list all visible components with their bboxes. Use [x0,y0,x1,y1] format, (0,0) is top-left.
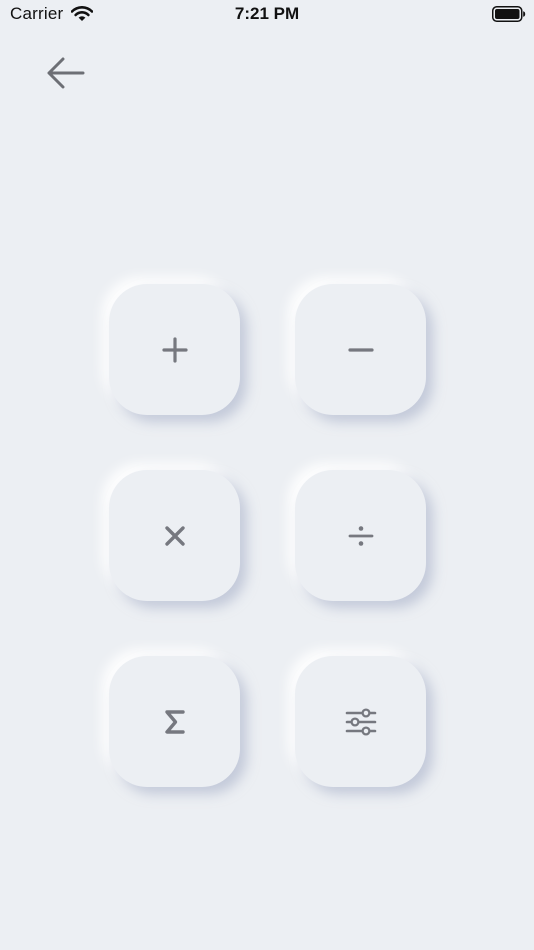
sigma-icon [164,709,186,735]
divide-button[interactable] [295,470,426,601]
battery-full-icon [492,6,526,27]
sum-button[interactable] [109,656,240,787]
arrow-left-icon [45,57,85,94]
minus-icon [347,337,374,363]
status-time: 7:21 PM [234,4,300,23]
back-button[interactable] [40,52,90,98]
settings-button[interactable] [295,656,426,787]
sliders-icon [345,707,377,736]
plus-icon [161,336,188,363]
operation-keypad [109,284,426,787]
subtract-button[interactable] [295,284,426,415]
multiply-button[interactable] [109,470,240,601]
status-bar: Carrier 7:21 PM [0,0,534,30]
add-button[interactable] [109,284,240,415]
divide-icon [348,523,374,549]
multiply-icon [163,524,187,548]
